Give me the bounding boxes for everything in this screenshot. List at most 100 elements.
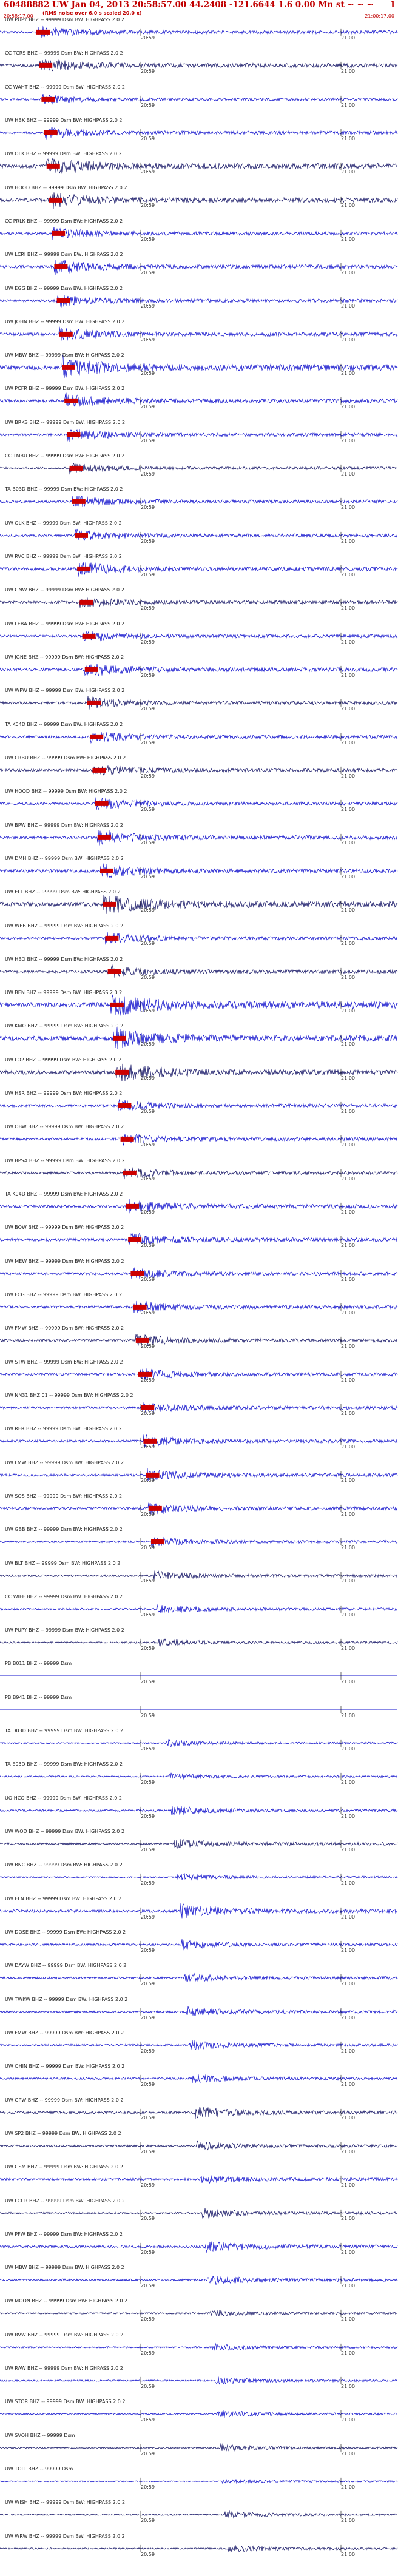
trace-row: UW HSR BHZ -- 99999 Dsm BW: HIGHPASS 2.0… [0,1091,398,1124]
tick-label: 21:00 [341,1914,356,1920]
tick-label: 20:59 [141,1008,155,1014]
station-label: CC WIFE BHZ -- 99999 Dsm BW: HIGHPASS 2.… [5,1593,123,1599]
tick-label: 21:00 [341,2048,356,2054]
tick-label: 21:00 [341,1947,356,1953]
phase-pick [120,1137,134,1142]
trace-row: TA K04D BHZ -- 99999 Dsm BW: HIGHPASS 2.… [0,722,398,755]
station-label: UW DAYW BHZ -- 99999 Dsm BW: HIGHPASS 2.… [5,1963,127,1969]
tick-label: 21:00 [341,773,356,779]
tick-label: 20:59 [141,1511,155,1517]
phase-pick [72,499,86,505]
tick-label: 20:59 [141,2417,155,2423]
trace-row: UW RAW BHZ -- 99999 Dsm BW: HIGHPASS 2.0… [0,2366,398,2399]
station-label: UW LCCR BHZ -- 99999 Dsm BW: HIGHPASS 2.… [5,2198,125,2204]
waveform-line [0,2510,397,2519]
phase-pick [79,600,93,605]
station-label: UW FCG BHZ -- 99999 Dsm BW: HIGHPASS 2.0… [5,1292,123,1297]
phase-pick [82,633,96,639]
trace-row: UW WPW BHZ -- 99999 Dsm BW: HIGHPASS 2.0… [0,688,398,721]
station-label: UW OLK BHZ -- 99999 Dsm BW: HIGHPASS 2.0… [5,520,122,526]
tick-label: 20:59 [141,203,155,209]
seismogram-traces: UW PUPY BHZ -- 99999 Dsm BW: HIGHPASS 2.… [0,0,398,2571]
station-label: UW PUPY BHZ -- 99999 Dsm BW: HIGHPASS 2.… [5,17,124,22]
waveform-line [0,1099,398,1111]
tick-label: 21:00 [341,2082,356,2088]
station-label: UW WRW BHZ -- 99999 Dsm BW: HIGHPASS 2.0… [5,2533,125,2539]
trace-row: UW GPW BHZ -- 99999 Dsm BW: HIGHPASS 2.0… [0,2097,398,2131]
trace-row: UW PCFR BHZ -- 99999 Dsm BW: HIGHPASS 2.… [0,386,398,419]
tick-label: 20:59 [141,1041,155,1048]
trace-row: UW OHIN BHZ -- 99999 Dsm BW: HIGHPASS 2.… [0,2063,398,2097]
tick-label: 20:59 [141,2216,155,2222]
tick-label: 21:00 [341,169,356,175]
tick-label: 21:00 [341,1008,356,1014]
phase-pick [67,432,81,437]
trace-row: UW FCG BHZ -- 99999 Dsm BW: HIGHPASS 2.0… [0,1292,398,1325]
waveform-line [0,59,398,72]
trace-row: UW LMW BHZ -- 99999 Dsm BW: HIGHPASS 2.0… [0,1460,398,1493]
tick-label: 21:00 [341,1377,356,1383]
trace-row: UW ELN BHZ -- 99999 Dsm BW: HIGHPASS 2.0… [0,1896,398,1929]
trace-row: UW SP2 BHZ -- 99999 Dsm BW: HIGHPASS 2.0… [0,2131,398,2164]
tick-label: 20:59 [141,1679,155,1685]
tick-label: 20:59 [141,471,155,477]
tick-label: 20:59 [141,102,155,108]
tick-label: 20:59 [141,773,155,779]
tick-label: 20:59 [141,571,155,577]
trace-row: TA E03D BHZ -- 99999 Dsm BW: HIGHPASS 2.… [0,1761,398,1795]
waveform-line [0,1873,398,1881]
tick-label: 21:00 [341,2450,356,2457]
tick-label: 20:59 [141,1646,155,1652]
tick-label: 20:59 [141,1981,155,1987]
phase-pick [97,835,111,840]
trace-row: CC PRLK BHZ -- 99999 Dsm BW: HIGHPASS 2.… [0,218,398,252]
tick-label: 21:00 [341,1075,356,1081]
trace-row: UW LEBA BHZ -- 99999 Dsm BW: HIGHPASS 2.… [0,621,398,654]
tick-label: 21:00 [341,2249,356,2255]
tick-label: 21:00 [341,505,356,511]
station-label: UW LCRI BHZ -- 99999 Dsm BW: HIGHPASS 2.… [5,252,123,258]
trace-row: UW SOS BHZ -- 99999 Dsm BW: HIGHPASS 2.0… [0,1493,398,1527]
station-label: UW DOSE BHZ -- 99999 Dsm BW: HIGHPASS 2.… [5,1929,126,1935]
tick-label: 21:00 [341,1478,356,1484]
station-label: UW GPW BHZ -- 99999 Dsm BW: HIGHPASS 2.0… [5,2097,124,2103]
waveform-line [0,1604,398,1613]
tick-label: 21:00 [341,1545,356,1551]
waveform-line [0,1300,398,1314]
tick-label: 20:59 [141,404,155,410]
trace-row: TA K04D BHZ -- 99999 Dsm BW: HIGHPASS 2.… [0,1191,398,1225]
tick-label: 21:00 [341,605,356,611]
trace-row: UW EGG BHZ -- 99999 Dsm BW: HIGHPASS 2.0… [0,286,398,319]
waveform [0,2544,398,2552]
tick-label: 20:59 [141,974,155,980]
phase-pick [62,365,75,371]
tick-label: 20:59 [141,941,155,947]
trace-row: UW MOON BHZ -- 99999 Dsm BW: HIGHPASS 2.… [0,2298,398,2332]
tick-label: 21:00 [341,1646,356,1652]
tick-label: 20:59 [141,1578,155,1584]
trace-row: UW TWKW BHZ -- 99999 Dsm BW: HIGHPASS 2.… [0,1997,398,2030]
station-label: UW OLK BHZ -- 99999 Dsm BW: HIGHPASS 2.0… [5,151,122,157]
station-label: UW HBK BHZ -- 99999 Dsm BW: HIGHPASS 2.0… [5,117,123,123]
tick-label: 20:59 [141,35,155,41]
trace-row: UW DAYW BHZ -- 99999 Dsm BW: HIGHPASS 2.… [0,1963,398,1996]
waveform-line [0,528,398,541]
trace-row: UW JGNE BHZ -- 99999 Dsm BW: HIGHPASS 2.… [0,654,398,688]
phase-pick [49,197,62,203]
phase-pick [110,1003,124,1008]
waveform-line [0,496,398,508]
tick-label: 20:59 [141,2350,155,2356]
tick-label: 21:00 [341,639,356,645]
tick-label: 20:59 [141,2249,155,2255]
station-label: UW LMW BHZ -- 99999 Dsm BW: HIGHPASS 2.0… [5,1459,124,1465]
trace-row: UW BRKS BHZ -- 99999 Dsm BW: HIGHPASS 2.… [0,420,398,453]
tick-label: 21:00 [341,2216,356,2222]
trace-row: UW LCRI BHZ -- 99999 Dsm BW: HIGHPASS 2.… [0,252,398,285]
tick-label: 21:00 [341,102,356,108]
tick-label: 21:00 [341,2115,356,2121]
waveform-line [0,1167,398,1179]
waveform-line [0,931,398,944]
tick-label: 21:00 [341,2551,356,2557]
trace-row: UW PUPY BHZ -- 99999 Dsm BW: HIGHPASS 2.… [0,1627,398,1661]
waveform-line [0,1027,398,1050]
